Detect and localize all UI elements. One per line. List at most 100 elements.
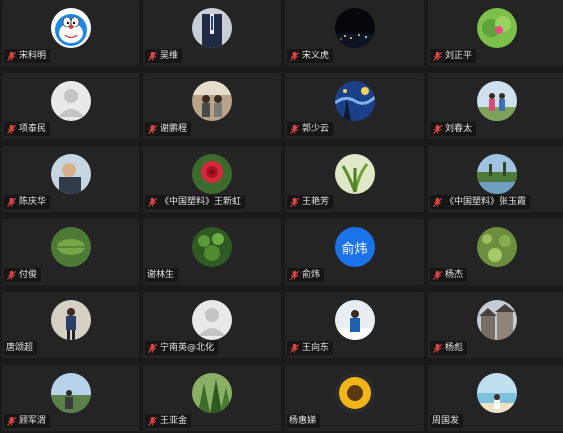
mic-muted-icon [432,124,445,135]
participant-avatar [192,81,232,121]
mic-muted-icon [289,197,302,208]
participant-grid: 宋科明 吴维 宋义虎 刘正平项泰民 谢鹏程 郭少云 刘春太陈庆华 《中国塑料》王新虹 王艳芳 《中… [2,0,563,433]
participant-nameplate: 王向东 [287,341,334,355]
participant-tile[interactable]: 王向东 [285,292,424,358]
participant-name: 俞炜 [302,270,321,280]
mic-muted-icon [289,51,302,62]
participant-tile[interactable]: 刘正平 [428,0,563,66]
participant-nameplate: 杨杰 [430,268,468,282]
participant-name: 杨杰 [445,270,464,280]
participant-nameplate: 周国发 [430,414,464,428]
participant-tile[interactable]: 谢林生 [143,219,281,285]
participant-tile[interactable]: 杨彪 [428,292,563,358]
participant-name: 谢鹏程 [160,124,188,134]
participant-name: 项泰民 [19,124,47,134]
participant-avatar [192,300,232,340]
participant-nameplate: 王亚金 [145,414,192,428]
participant-tile[interactable]: 王艳芳 [285,146,424,212]
participant-avatar [334,154,375,194]
participant-name: 谢林生 [147,270,175,280]
participant-tile[interactable]: 付俊 [2,219,139,285]
participant-name: 付俊 [19,270,38,280]
participant-tile[interactable]: 唐颂超 [2,292,139,358]
participant-nameplate: 俞炜 [287,268,325,282]
participant-avatar: 俞炜 [334,227,375,267]
participant-nameplate: 王艳芳 [287,195,334,209]
participant-tile[interactable]: 郭少云 [285,73,424,139]
participant-avatar [192,8,232,48]
participant-tile[interactable]: 吴维 [143,0,281,66]
participant-avatar [477,373,517,413]
mic-muted-icon [6,51,19,62]
participant-tile[interactable]: 王亚金 [143,365,281,431]
participant-avatar [50,373,91,413]
participant-tile[interactable]: 杨惠娣 [285,365,424,431]
participant-nameplate: 杨彪 [430,341,468,355]
participant-name: 《中国塑料》张玉霞 [445,197,527,207]
participant-name: 郭少云 [302,124,330,134]
participant-name: 王艳芳 [302,197,330,207]
participant-avatar [50,154,91,194]
participant-nameplate: 宋义虎 [287,49,334,63]
participant-avatar [477,8,517,48]
participant-avatar [477,227,517,267]
participant-name: 刘正平 [445,51,473,61]
mic-muted-icon [432,51,445,62]
mic-muted-icon [289,124,302,135]
participant-avatar [50,300,91,340]
participant-tile[interactable]: 刘春太 [428,73,563,139]
participant-name: 吴维 [160,51,179,61]
participant-name: 唐颂超 [6,343,34,353]
participant-avatar [334,8,375,48]
participant-avatar [50,8,91,48]
participant-avatar [192,373,232,413]
participant-tile[interactable]: 宋义虎 [285,0,424,66]
participant-name: 刘春太 [445,124,473,134]
participant-nameplate: 杨惠娣 [287,414,321,428]
participant-tile[interactable]: 周国发 [428,365,563,431]
participant-nameplate: 郭少云 [287,122,334,136]
mic-muted-icon [147,416,160,427]
participant-avatar [334,373,375,413]
participant-tile[interactable]: 俞炜 俞炜 [285,219,424,285]
participant-nameplate: 谢鹏程 [145,122,192,136]
participant-nameplate: 唐颂超 [4,341,38,355]
participant-tile[interactable]: 《中国塑料》王新虹 [143,146,281,212]
mic-muted-icon [6,124,19,135]
mic-muted-icon [6,197,19,208]
participant-nameplate: 刘春太 [430,122,477,136]
participant-nameplate: 《中国塑料》王新虹 [145,195,246,209]
participant-avatar [477,154,517,194]
participant-name: 杨彪 [445,343,464,353]
participant-nameplate: 《中国塑料》张玉霞 [430,195,531,209]
participant-tile[interactable]: 顾军渭 [2,365,139,431]
participant-name: 陈庆华 [19,197,47,207]
mic-muted-icon [289,343,302,354]
participant-avatar [477,300,517,340]
participant-tile[interactable]: 谢鹏程 [143,73,281,139]
participant-avatar [192,154,232,194]
participant-nameplate: 付俊 [4,268,42,282]
participant-tile[interactable]: 宋科明 [2,0,139,66]
participant-nameplate: 谢林生 [145,268,179,282]
mic-muted-icon [289,270,302,281]
avatar-initials: 俞炜 [341,241,368,257]
mic-muted-icon [6,416,19,427]
participant-name: 《中国塑料》王新虹 [160,197,242,207]
participant-nameplate: 陈庆华 [4,195,51,209]
participant-nameplate: 刘正平 [430,49,477,63]
participant-name: 宁南英@北化 [160,343,215,353]
participant-name: 宋义虎 [302,51,330,61]
participant-tile[interactable]: 项泰民 [2,73,139,139]
participant-tile[interactable]: 陈庆华 [2,146,139,212]
participant-avatar [50,81,91,121]
mic-muted-icon [432,343,445,354]
mic-muted-icon [147,51,160,62]
participant-avatar [334,300,375,340]
participant-tile[interactable]: 《中国塑料》张玉霞 [428,146,563,212]
participant-tile[interactable]: 宁南英@北化 [143,292,281,358]
mic-muted-icon [147,197,160,208]
participant-tile[interactable]: 杨杰 [428,219,563,285]
participant-name: 王亚金 [160,416,188,426]
participant-name: 周国发 [432,416,460,426]
